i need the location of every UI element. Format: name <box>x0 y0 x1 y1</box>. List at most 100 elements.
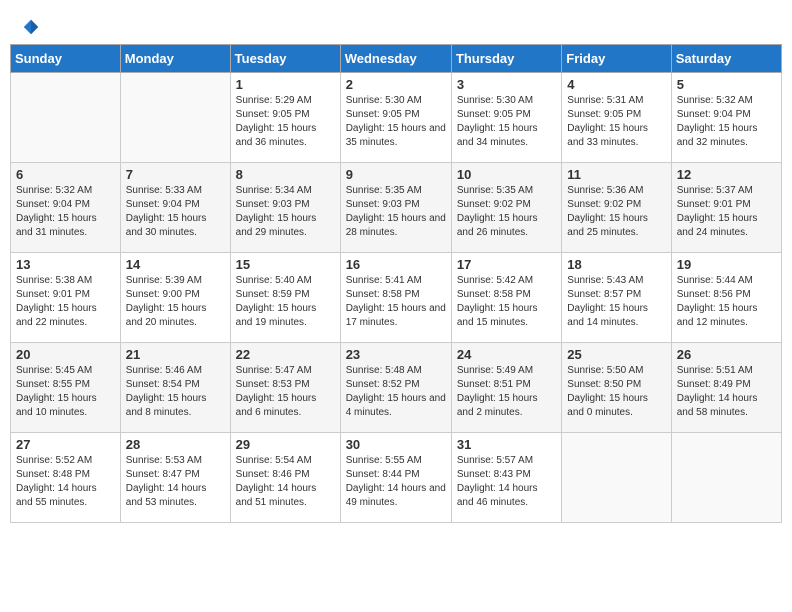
day-number: 3 <box>457 77 556 92</box>
day-info: Sunrise: 5:55 AMSunset: 8:44 PMDaylight:… <box>346 454 446 510</box>
page-header <box>10 10 782 40</box>
calendar-cell <box>562 433 671 523</box>
day-info: Sunrise: 5:50 AMSunset: 8:50 PMDaylight:… <box>567 364 665 420</box>
weekday-header-wednesday: Wednesday <box>340 45 451 73</box>
calendar-cell: 7 Sunrise: 5:33 AMSunset: 9:04 PMDaylight… <box>120 163 230 253</box>
day-info: Sunrise: 5:54 AMSunset: 8:46 PMDaylight:… <box>236 454 335 510</box>
calendar-cell: 5 Sunrise: 5:32 AMSunset: 9:04 PMDaylight… <box>671 73 781 163</box>
day-number: 20 <box>16 347 115 362</box>
day-number: 21 <box>126 347 225 362</box>
day-info: Sunrise: 5:32 AMSunset: 9:04 PMDaylight:… <box>16 184 115 240</box>
calendar-cell: 17 Sunrise: 5:42 AMSunset: 8:58 PMDayligh… <box>451 253 561 343</box>
calendar-body: 1 Sunrise: 5:29 AMSunset: 9:05 PMDaylight… <box>11 73 782 523</box>
calendar-cell: 26 Sunrise: 5:51 AMSunset: 8:49 PMDayligh… <box>671 343 781 433</box>
day-info: Sunrise: 5:44 AMSunset: 8:56 PMDaylight:… <box>677 274 776 330</box>
day-info: Sunrise: 5:29 AMSunset: 9:05 PMDaylight:… <box>236 94 335 150</box>
day-number: 1 <box>236 77 335 92</box>
day-info: Sunrise: 5:35 AMSunset: 9:02 PMDaylight:… <box>457 184 556 240</box>
day-number: 5 <box>677 77 776 92</box>
weekday-header-tuesday: Tuesday <box>230 45 340 73</box>
calendar-cell: 3 Sunrise: 5:30 AMSunset: 9:05 PMDaylight… <box>451 73 561 163</box>
day-number: 10 <box>457 167 556 182</box>
day-number: 6 <box>16 167 115 182</box>
day-info: Sunrise: 5:33 AMSunset: 9:04 PMDaylight:… <box>126 184 225 240</box>
day-number: 29 <box>236 437 335 452</box>
day-number: 16 <box>346 257 446 272</box>
day-info: Sunrise: 5:30 AMSunset: 9:05 PMDaylight:… <box>457 94 556 150</box>
day-info: Sunrise: 5:31 AMSunset: 9:05 PMDaylight:… <box>567 94 665 150</box>
day-number: 14 <box>126 257 225 272</box>
day-info: Sunrise: 5:49 AMSunset: 8:51 PMDaylight:… <box>457 364 556 420</box>
calendar-cell: 9Sunrise: 5:35 AMSunset: 9:03 PMDaylight… <box>340 163 451 253</box>
calendar-table: SundayMondayTuesdayWednesdayThursdayFrid… <box>10 44 782 523</box>
calendar-cell: 12Sunrise: 5:37 AMSunset: 9:01 PMDayligh… <box>671 163 781 253</box>
calendar-week-5: 27Sunrise: 5:52 AMSunset: 8:48 PMDayligh… <box>11 433 782 523</box>
calendar-cell: 31 Sunrise: 5:57 AMSunset: 8:43 PMDayligh… <box>451 433 561 523</box>
day-info: Sunrise: 5:57 AMSunset: 8:43 PMDaylight:… <box>457 454 556 510</box>
calendar-header-row: SundayMondayTuesdayWednesdayThursdayFrid… <box>11 45 782 73</box>
day-number: 7 <box>126 167 225 182</box>
calendar-cell: 22 Sunrise: 5:47 AMSunset: 8:53 PMDayligh… <box>230 343 340 433</box>
day-number: 17 <box>457 257 556 272</box>
day-info: Sunrise: 5:38 AMSunset: 9:01 PMDaylight:… <box>16 274 115 330</box>
day-info: Sunrise: 5:53 AMSunset: 8:47 PMDaylight:… <box>126 454 225 510</box>
day-number: 8 <box>236 167 335 182</box>
calendar-cell: 23 Sunrise: 5:48 AMSunset: 8:52 PMDayligh… <box>340 343 451 433</box>
day-number: 31 <box>457 437 556 452</box>
calendar-cell <box>120 73 230 163</box>
weekday-header-monday: Monday <box>120 45 230 73</box>
calendar-cell: 28 Sunrise: 5:53 AMSunset: 8:47 PMDayligh… <box>120 433 230 523</box>
day-info: Sunrise: 5:36 AMSunset: 9:02 PMDaylight:… <box>567 184 665 240</box>
calendar-cell: 11 Sunrise: 5:36 AMSunset: 9:02 PMDayligh… <box>562 163 671 253</box>
calendar-cell: 21Sunrise: 5:46 AMSunset: 8:54 PMDayligh… <box>120 343 230 433</box>
logo <box>20 18 40 36</box>
calendar-cell: 1 Sunrise: 5:29 AMSunset: 9:05 PMDaylight… <box>230 73 340 163</box>
day-number: 2 <box>346 77 446 92</box>
day-number: 26 <box>677 347 776 362</box>
calendar-cell: 8 Sunrise: 5:34 AMSunset: 9:03 PMDaylight… <box>230 163 340 253</box>
day-number: 24 <box>457 347 556 362</box>
day-number: 15 <box>236 257 335 272</box>
day-number: 28 <box>126 437 225 452</box>
day-info: Sunrise: 5:51 AMSunset: 8:49 PMDaylight:… <box>677 364 776 420</box>
day-info: Sunrise: 5:37 AMSunset: 9:01 PMDaylight:… <box>677 184 776 240</box>
calendar-cell: 24 Sunrise: 5:49 AMSunset: 8:51 PMDayligh… <box>451 343 561 433</box>
calendar-cell: 14Sunrise: 5:39 AMSunset: 9:00 PMDayligh… <box>120 253 230 343</box>
weekday-header-friday: Friday <box>562 45 671 73</box>
day-info: Sunrise: 5:40 AMSunset: 8:59 PMDaylight:… <box>236 274 335 330</box>
day-info: Sunrise: 5:43 AMSunset: 8:57 PMDaylight:… <box>567 274 665 330</box>
calendar-cell <box>11 73 121 163</box>
calendar-week-2: 6 Sunrise: 5:32 AMSunset: 9:04 PMDaylight… <box>11 163 782 253</box>
calendar-cell: 27Sunrise: 5:52 AMSunset: 8:48 PMDayligh… <box>11 433 121 523</box>
calendar-cell: 30 Sunrise: 5:55 AMSunset: 8:44 PMDayligh… <box>340 433 451 523</box>
calendar-cell: 4 Sunrise: 5:31 AMSunset: 9:05 PMDaylight… <box>562 73 671 163</box>
calendar-cell: 16 Sunrise: 5:41 AMSunset: 8:58 PMDayligh… <box>340 253 451 343</box>
calendar-cell: 18Sunrise: 5:43 AMSunset: 8:57 PMDayligh… <box>562 253 671 343</box>
day-info: Sunrise: 5:48 AMSunset: 8:52 PMDaylight:… <box>346 364 446 420</box>
day-number: 4 <box>567 77 665 92</box>
calendar-cell: 25 Sunrise: 5:50 AMSunset: 8:50 PMDayligh… <box>562 343 671 433</box>
day-number: 25 <box>567 347 665 362</box>
day-number: 11 <box>567 167 665 182</box>
calendar-cell: 29 Sunrise: 5:54 AMSunset: 8:46 PMDayligh… <box>230 433 340 523</box>
day-number: 22 <box>236 347 335 362</box>
calendar-cell: 2 Sunrise: 5:30 AMSunset: 9:05 PMDaylight… <box>340 73 451 163</box>
calendar-cell: 13Sunrise: 5:38 AMSunset: 9:01 PMDayligh… <box>11 253 121 343</box>
day-number: 19 <box>677 257 776 272</box>
day-info: Sunrise: 5:32 AMSunset: 9:04 PMDaylight:… <box>677 94 776 150</box>
calendar-cell: 15 Sunrise: 5:40 AMSunset: 8:59 PMDayligh… <box>230 253 340 343</box>
weekday-header-thursday: Thursday <box>451 45 561 73</box>
day-number: 23 <box>346 347 446 362</box>
day-info: Sunrise: 5:35 AMSunset: 9:03 PMDaylight:… <box>346 184 446 240</box>
day-info: Sunrise: 5:41 AMSunset: 8:58 PMDaylight:… <box>346 274 446 330</box>
calendar-cell: 10 Sunrise: 5:35 AMSunset: 9:02 PMDayligh… <box>451 163 561 253</box>
calendar-cell: 20Sunrise: 5:45 AMSunset: 8:55 PMDayligh… <box>11 343 121 433</box>
day-info: Sunrise: 5:30 AMSunset: 9:05 PMDaylight:… <box>346 94 446 150</box>
calendar-cell: 6 Sunrise: 5:32 AMSunset: 9:04 PMDaylight… <box>11 163 121 253</box>
day-info: Sunrise: 5:34 AMSunset: 9:03 PMDaylight:… <box>236 184 335 240</box>
day-info: Sunrise: 5:47 AMSunset: 8:53 PMDaylight:… <box>236 364 335 420</box>
calendar-week-1: 1 Sunrise: 5:29 AMSunset: 9:05 PMDaylight… <box>11 73 782 163</box>
day-number: 30 <box>346 437 446 452</box>
weekday-header-sunday: Sunday <box>11 45 121 73</box>
day-info: Sunrise: 5:42 AMSunset: 8:58 PMDaylight:… <box>457 274 556 330</box>
